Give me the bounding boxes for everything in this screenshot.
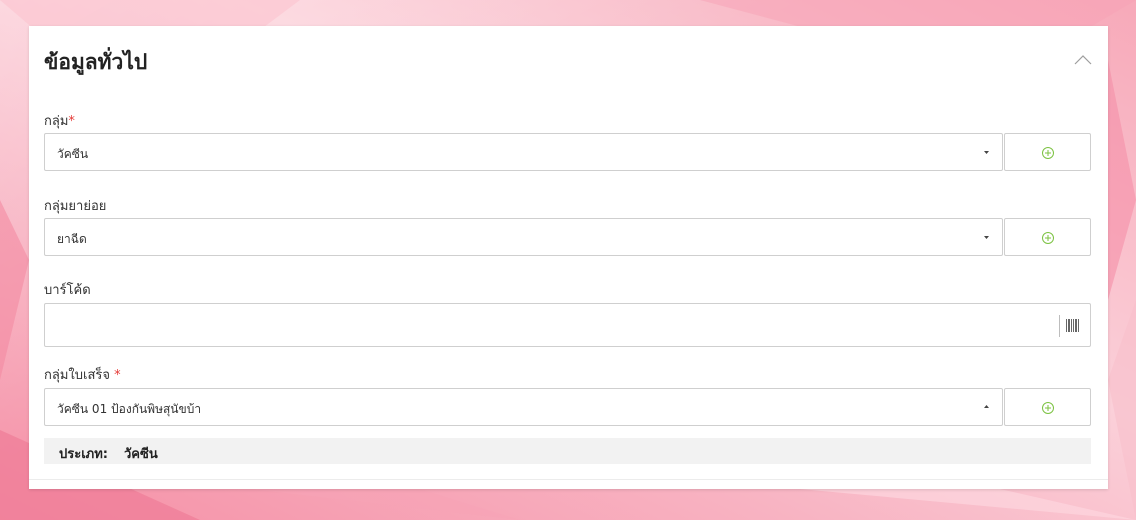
add-subgroup-button[interactable] xyxy=(1004,218,1091,256)
group-select[interactable]: วัคซีน xyxy=(44,133,1003,171)
card-bottom-divider xyxy=(29,479,1108,480)
add-receipt-group-button[interactable] xyxy=(1004,388,1091,426)
add-group-button[interactable] xyxy=(1004,133,1091,171)
type-label: ประเภท: xyxy=(59,447,108,462)
caret-up-icon xyxy=(984,405,989,408)
required-mark: * xyxy=(114,368,121,383)
barcode-input[interactable] xyxy=(44,303,1091,347)
general-info-card: ข้อมูลทั่วไป กลุ่ม* วัคซีน กลุ่มยาย่อย ย… xyxy=(29,26,1108,489)
group-label: กลุ่ม* xyxy=(44,114,75,129)
caret-down-icon xyxy=(984,236,989,239)
receipt-group-label: กลุ่มใบเสร็จ * xyxy=(44,368,121,383)
input-divider xyxy=(1059,315,1060,337)
barcode-icon[interactable] xyxy=(1066,319,1080,332)
subgroup-select[interactable]: ยาฉีด xyxy=(44,218,1003,256)
plus-circle-icon xyxy=(1042,147,1054,159)
subgroup-select-value: ยาฉีด xyxy=(57,232,87,246)
type-value: วัคซีน xyxy=(124,447,158,462)
receipt-group-select-value: วัคซีน 01 ป้องกันพิษสุนัขบ้า xyxy=(57,402,202,416)
subgroup-label: กลุ่มยาย่อย xyxy=(44,199,107,214)
section-title: ข้อมูลทั่วไป xyxy=(44,50,148,74)
type-info-bar: ประเภท: วัคซีน xyxy=(44,438,1091,464)
required-mark: * xyxy=(68,114,75,129)
plus-circle-icon xyxy=(1042,402,1054,414)
chevron-up-icon[interactable] xyxy=(1074,54,1092,66)
group-select-value: วัคซีน xyxy=(57,147,89,161)
plus-circle-icon xyxy=(1042,232,1054,244)
barcode-label: บาร์โค้ด xyxy=(44,283,91,298)
caret-down-icon xyxy=(984,151,989,154)
receipt-group-select[interactable]: วัคซีน 01 ป้องกันพิษสุนัขบ้า xyxy=(44,388,1003,426)
